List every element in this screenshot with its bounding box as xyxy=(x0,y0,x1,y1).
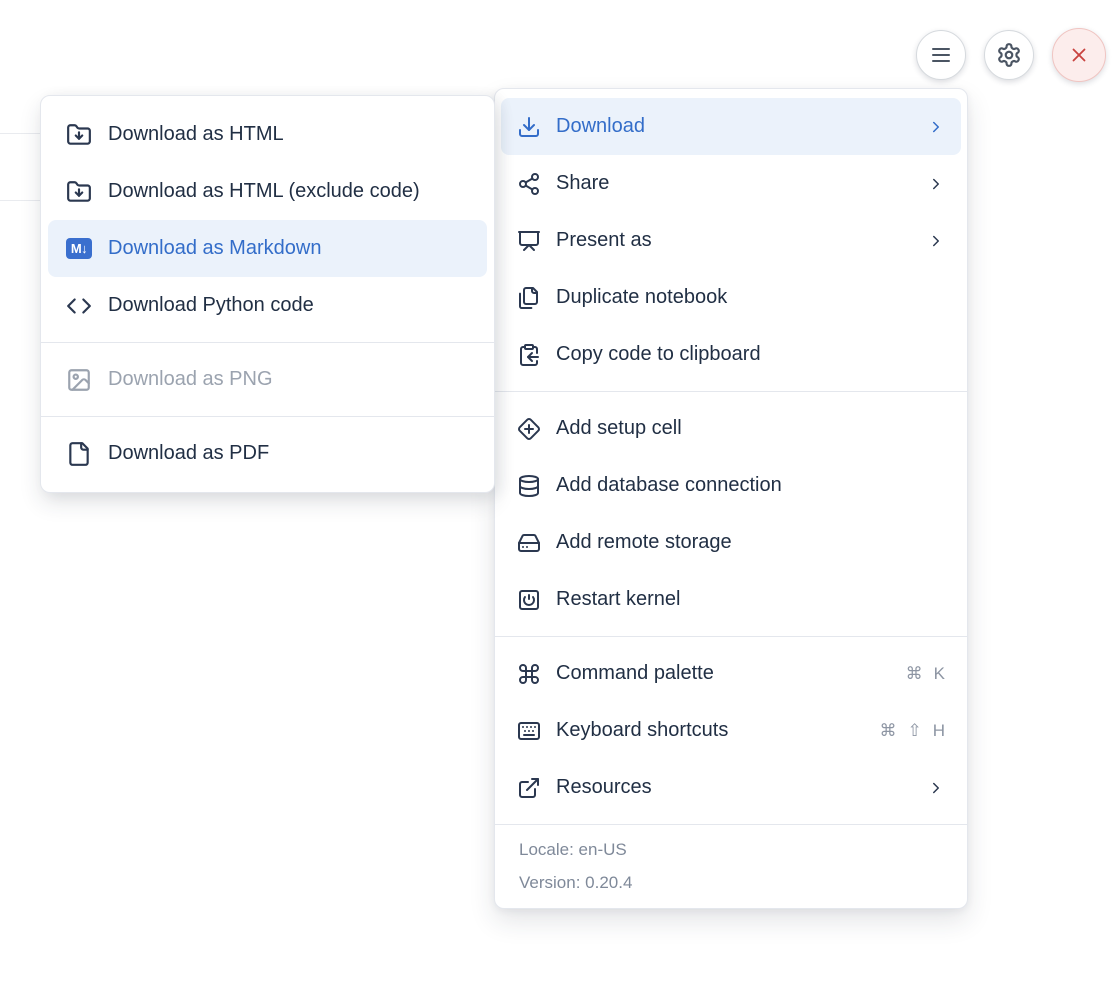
settings-button[interactable] xyxy=(984,30,1034,80)
cell-border-line xyxy=(0,133,40,134)
duplicate-icon xyxy=(517,286,541,310)
menu-item-command-palette[interactable]: Command palette⌘K xyxy=(501,645,961,702)
gear-icon xyxy=(996,42,1022,68)
menu-item-label: Download as HTML xyxy=(108,123,469,146)
menu-item-label: Present as xyxy=(556,229,927,252)
shortcut-hint: ⌘K xyxy=(906,664,945,684)
chevron-right-icon xyxy=(927,779,945,797)
cell-border-line xyxy=(0,200,40,201)
shutdown-button[interactable] xyxy=(1052,28,1106,82)
diamond-plus-icon xyxy=(517,417,541,441)
folder-download-icon xyxy=(66,122,92,148)
menu-item-download-as-png: Download as PNG xyxy=(48,351,487,408)
footer-locale: Locale: en-US xyxy=(519,833,951,866)
menu-item-add-remote-storage[interactable]: Add remote storage xyxy=(501,514,961,571)
menu-item-download-as-markdown[interactable]: M↓ Download as Markdown xyxy=(48,220,487,277)
menu-item-label: Download as PNG xyxy=(108,368,469,391)
menu-item-label: Download xyxy=(556,115,927,138)
close-icon xyxy=(1068,44,1090,66)
code-icon xyxy=(66,293,92,319)
menu-item-download-python-code[interactable]: Download Python code xyxy=(48,277,487,334)
download-submenu: Download as HTML Download as HTML (exclud… xyxy=(40,95,495,493)
download-icon xyxy=(517,115,541,139)
menu-item-label: Add setup cell xyxy=(556,417,945,440)
menu-item-add-setup-cell[interactable]: Add setup cell xyxy=(501,400,961,457)
notebook-menu: Download Share Present as Duplicate noteboo… xyxy=(494,88,968,909)
menu-item-label: Download as PDF xyxy=(108,442,469,465)
menu-item-label: Download as HTML (exclude code) xyxy=(108,180,469,203)
menu-section: Download as PDF xyxy=(41,416,494,492)
menu-item-download[interactable]: Download xyxy=(501,98,961,155)
chevron-right-icon xyxy=(927,118,945,136)
menu-item-label: Duplicate notebook xyxy=(556,286,945,309)
menu-item-download-as-html-exclude-code[interactable]: Download as HTML (exclude code) xyxy=(48,163,487,220)
menu-item-label: Restart kernel xyxy=(556,588,945,611)
shortcut-key: ⌘ xyxy=(879,721,896,741)
markdown-icon: M↓ xyxy=(66,238,92,259)
database-icon xyxy=(517,474,541,498)
hard-drive-icon xyxy=(517,531,541,555)
menu-item-label: Share xyxy=(556,172,927,195)
menu-item-add-database-connection[interactable]: Add database connection xyxy=(501,457,961,514)
shortcut-key: K xyxy=(934,664,945,684)
menu-item-label: Keyboard shortcuts xyxy=(556,719,879,742)
menu-section: Command palette⌘KKeyboard shortcuts⌘⇧HRe… xyxy=(495,636,967,824)
menu-item-restart-kernel[interactable]: Restart kernel xyxy=(501,571,961,628)
menu-item-present-as[interactable]: Present as xyxy=(501,212,961,269)
folder-download-icon xyxy=(66,179,92,205)
menu-section: Add setup cell Add database connection Add… xyxy=(495,391,967,636)
menu-item-label: Copy code to clipboard xyxy=(556,343,945,366)
menu-item-label: Download Python code xyxy=(108,294,469,317)
power-icon xyxy=(517,588,541,612)
menu-item-label: Add remote storage xyxy=(556,531,945,554)
menu-section: Download as HTML Download as HTML (exclud… xyxy=(41,96,494,342)
notebook-menu-button[interactable] xyxy=(916,30,966,80)
menu-item-download-as-pdf[interactable]: Download as PDF xyxy=(48,425,487,482)
external-link-icon xyxy=(517,776,541,800)
chevron-right-icon xyxy=(927,175,945,193)
file-icon xyxy=(66,441,92,467)
menu-item-label: Resources xyxy=(556,776,927,799)
hamburger-icon xyxy=(929,43,953,67)
keyboard-icon xyxy=(517,719,541,743)
menu-item-keyboard-shortcuts[interactable]: Keyboard shortcuts⌘ ⇧ H xyxy=(501,702,961,759)
menu-footer: Locale: en-USVersion: 0.20.4 xyxy=(495,824,967,908)
menu-item-duplicate-notebook[interactable]: Duplicate notebook xyxy=(501,269,961,326)
menu-item-label: Add database connection xyxy=(556,474,945,497)
command-icon xyxy=(517,662,541,686)
menu-item-share[interactable]: Share xyxy=(501,155,961,212)
menu-section: Download as PNG xyxy=(41,342,494,416)
shortcut-hint: ⌘ ⇧ H xyxy=(879,721,945,741)
chevron-right-icon xyxy=(927,232,945,250)
footer-version: Version: 0.20.4 xyxy=(519,866,951,899)
menu-section: Download Share Present as Duplicate noteboo… xyxy=(495,89,967,391)
shortcut-key: H xyxy=(933,721,945,741)
notebook-actions-toolbar xyxy=(916,28,1106,82)
clipboard-copy-icon xyxy=(517,343,541,367)
share-icon xyxy=(517,172,541,196)
shortcut-key: ⌘ xyxy=(906,664,923,684)
presentation-icon xyxy=(517,229,541,253)
shortcut-key: ⇧ xyxy=(907,721,921,741)
menu-item-download-as-html[interactable]: Download as HTML xyxy=(48,106,487,163)
image-icon xyxy=(66,367,92,393)
menu-item-label: Command palette xyxy=(556,662,906,685)
menu-item-resources[interactable]: Resources xyxy=(501,759,961,816)
menu-item-copy-code-to-clipboard[interactable]: Copy code to clipboard xyxy=(501,326,961,383)
menu-item-label: Download as Markdown xyxy=(108,237,469,260)
markdown-icon: M↓ xyxy=(66,236,92,262)
